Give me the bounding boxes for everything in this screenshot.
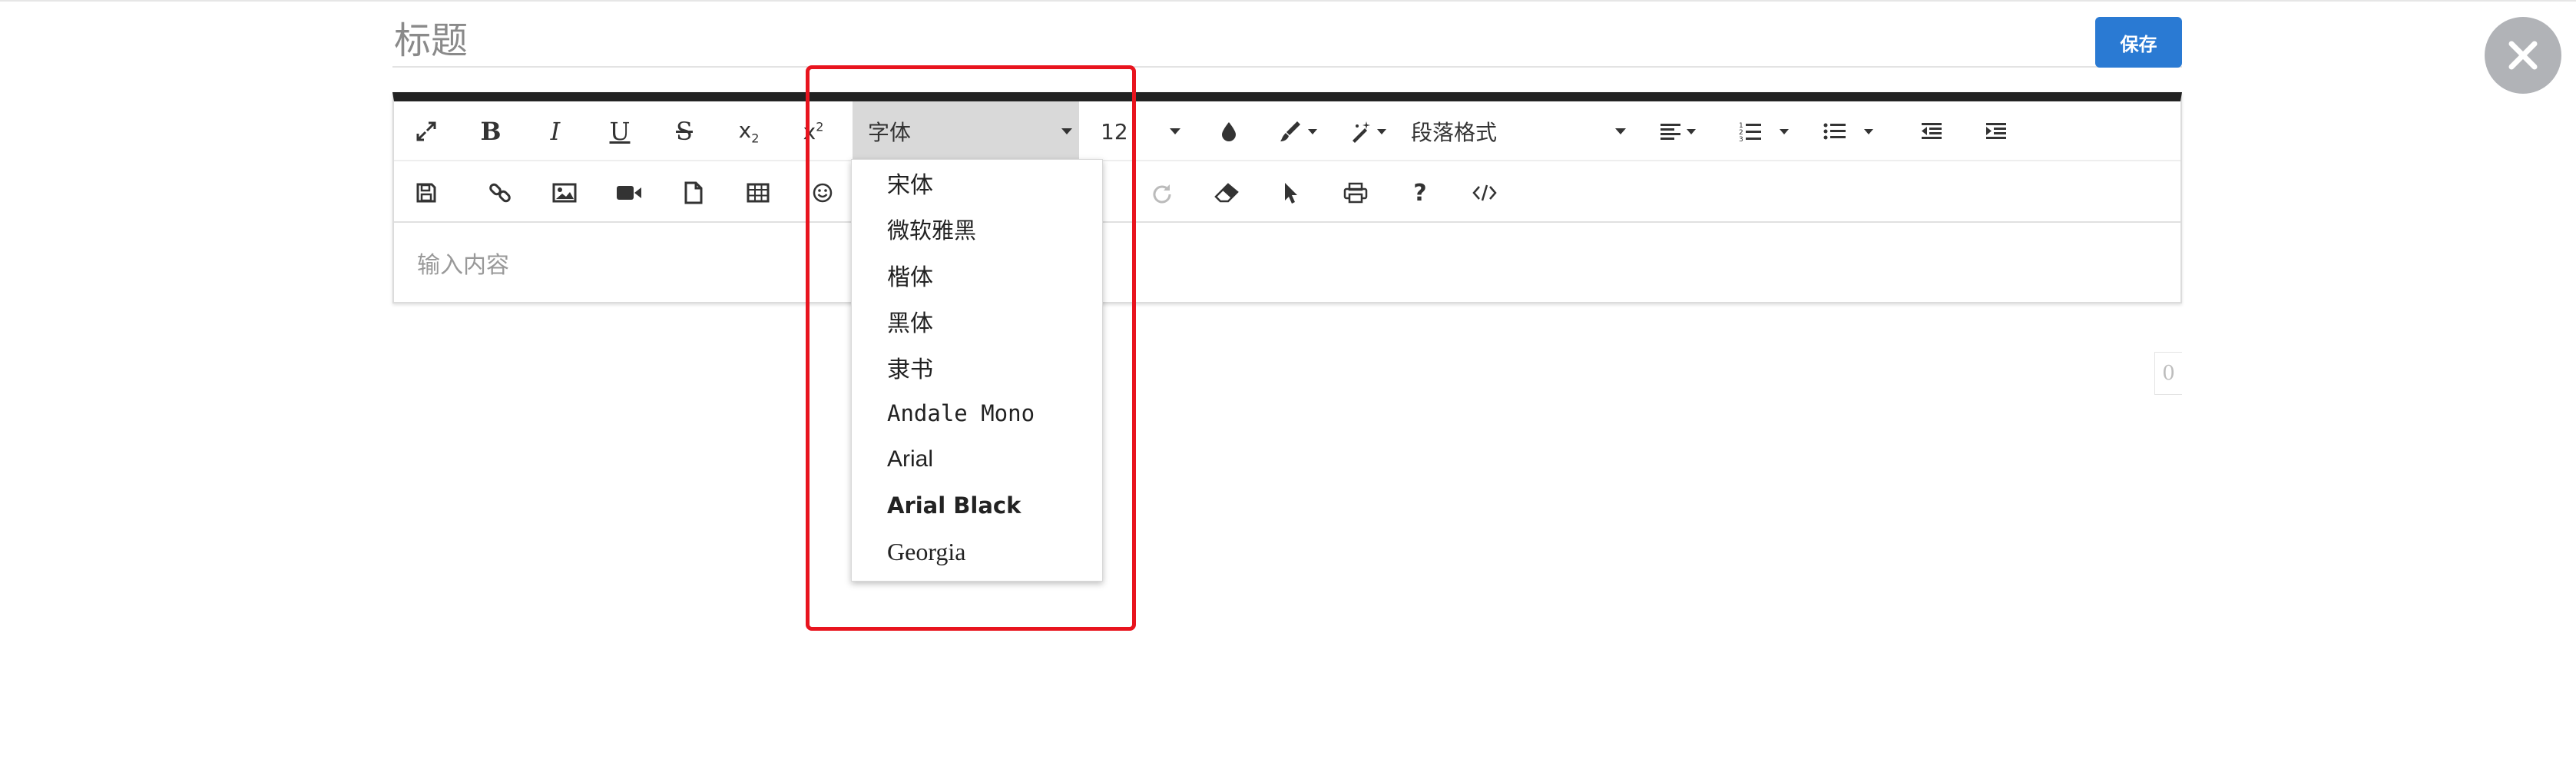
font-option[interactable]: 黑体 [887, 298, 933, 344]
font-option[interactable]: Arial Black [887, 482, 1021, 529]
link-button[interactable] [468, 163, 532, 223]
font-family-label: 字体 [868, 120, 912, 145]
underline-icon: U [609, 117, 631, 146]
font-size-select[interactable]: 12 [1085, 101, 1193, 161]
print-icon [1343, 182, 1368, 204]
chevron-down-icon [1170, 128, 1180, 134]
italic-icon: I [550, 117, 561, 146]
ordered-list-icon: 1 2 3 [1739, 122, 1789, 143]
link-icon [489, 183, 511, 203]
font-option[interactable]: 隶书 [887, 344, 933, 390]
align-button[interactable] [1642, 101, 1719, 161]
bold-icon: B [480, 117, 502, 146]
superscript-button[interactable]: x2 [781, 101, 846, 161]
select-icon [1285, 183, 1297, 204]
print-button[interactable] [1323, 163, 1388, 223]
align-icon [1660, 124, 1696, 140]
unordered-list-icon [1823, 123, 1873, 140]
svg-text:3: 3 [1739, 136, 1743, 143]
chevron-down-icon [1615, 128, 1626, 134]
video-button[interactable] [597, 163, 661, 223]
code-view-icon [1472, 184, 1497, 201]
table-button[interactable] [726, 163, 790, 223]
top-divider [0, 0, 2576, 2]
highlight-color-button[interactable] [1262, 101, 1339, 161]
file-button[interactable] [661, 163, 726, 223]
word-count: 0 [2154, 352, 2182, 395]
paragraph-format-label: 段落格式 [1411, 120, 1498, 145]
underline-button[interactable]: U [588, 101, 652, 161]
save-button[interactable]: 保存 [2095, 17, 2182, 68]
magic-icon [1353, 121, 1386, 143]
select-all-button[interactable] [1259, 163, 1323, 223]
font-option[interactable]: 微软雅黑 [887, 206, 976, 252]
help-button[interactable]: ? [1388, 163, 1452, 223]
strikethrough-button[interactable]: S [652, 101, 717, 161]
ordered-list-button[interactable]: 1 2 3 [1727, 101, 1803, 161]
redo-icon [1153, 184, 1171, 204]
font-option[interactable]: 楷体 [887, 252, 933, 298]
image-button[interactable] [532, 163, 597, 223]
fullscreen-icon [416, 121, 436, 141]
rich-text-editor: B I U S x2 x2 字体 12 段落格式 1 2 3 ? 输入内容 [392, 92, 2182, 303]
strikethrough-icon: S [676, 117, 693, 146]
unordered-list-button[interactable] [1811, 101, 1888, 161]
table-icon [747, 183, 770, 203]
image-icon [552, 183, 577, 203]
italic-button[interactable]: I [523, 101, 588, 161]
eraser-button[interactable] [1194, 163, 1259, 223]
font-option[interactable]: Georgia [887, 529, 965, 575]
subscript-button[interactable]: x2 [717, 101, 781, 161]
close-button[interactable] [2485, 17, 2561, 94]
text-color-button[interactable] [1197, 101, 1261, 161]
highlight-color-icon [1280, 121, 1317, 141]
outdent-button[interactable] [1899, 101, 1964, 161]
title-input[interactable] [392, 15, 2182, 68]
eraser-icon [1214, 183, 1239, 203]
close-icon [2508, 41, 2538, 70]
emoji-button[interactable] [790, 163, 855, 223]
text-color-icon [1222, 122, 1236, 141]
code-view-button[interactable] [1452, 163, 1517, 223]
help-icon: ? [1413, 179, 1427, 207]
font-option[interactable]: 宋体 [887, 160, 933, 206]
editor-content-area[interactable]: 输入内容 [394, 224, 2180, 301]
emoji-icon [813, 183, 833, 203]
paragraph-format-select[interactable]: 段落格式 [1392, 101, 1638, 161]
toolbar-row-2: ? [394, 163, 2180, 223]
font-option[interactable]: Arial [887, 436, 933, 482]
indent-icon [1986, 123, 2006, 139]
font-family-dropdown: 宋体 微软雅黑 楷体 黑体 隶书 Andale Mono Arial Arial… [851, 159, 1103, 582]
file-icon [684, 181, 703, 204]
toolbar-row-1: B I U S x2 x2 字体 12 段落格式 1 2 3 [394, 101, 2180, 161]
chevron-down-icon [1061, 128, 1072, 134]
font-family-select[interactable]: 字体 [853, 101, 1079, 161]
save-icon [416, 183, 436, 203]
outdent-icon [1922, 123, 1942, 139]
redo-button[interactable] [1130, 163, 1194, 223]
superscript-icon: x2 [803, 118, 824, 144]
font-size-value: 12 [1101, 118, 1128, 144]
content-placeholder: 输入内容 [417, 252, 509, 279]
video-icon [617, 186, 641, 200]
bold-button[interactable]: B [459, 101, 523, 161]
subscript-icon: x2 [738, 117, 760, 146]
fullscreen-button[interactable] [394, 101, 459, 161]
indent-button[interactable] [1964, 101, 2028, 161]
font-option[interactable]: Andale Mono [887, 390, 1035, 436]
save-content-button[interactable] [394, 163, 459, 223]
